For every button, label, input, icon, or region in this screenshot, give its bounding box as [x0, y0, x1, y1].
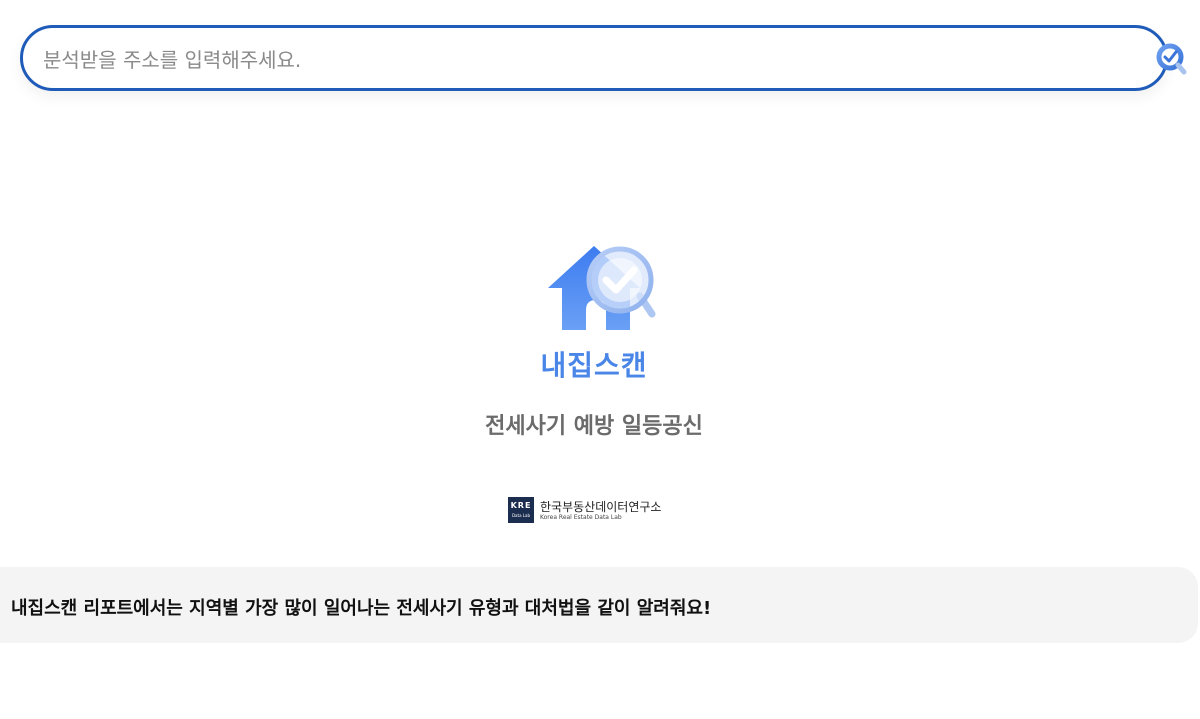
search-bar — [20, 25, 1168, 91]
search-icon[interactable] — [1136, 40, 1188, 80]
brand-name: 내집스캔 — [540, 349, 648, 382]
kre-logo-text: KRE — [510, 501, 532, 510]
organization-name: 한국부동산데이터연구소 — [540, 500, 662, 514]
info-banner-text: 내집스캔 리포트에서는 지역별 가장 많이 일어나는 전세사기 유형과 대처법을… — [11, 598, 712, 619]
kre-logo: KRE Data Lab — [508, 497, 534, 523]
info-banner: 내집스캔 리포트에서는 지역별 가장 많이 일어나는 전세사기 유형과 대처법을… — [0, 567, 1198, 643]
house-check-magnifier-icon — [540, 240, 664, 336]
kre-logo-subtext: Data Lab — [511, 513, 531, 518]
organization-name-en: Korea Real Estate Data Lab — [540, 514, 622, 521]
address-search-input[interactable] — [41, 42, 1135, 78]
organization-logo: KRE Data Lab 한국부동산데이터연구소 Korea Real Esta… — [508, 497, 688, 523]
tagline: 전세사기 예방 일등공신 — [485, 414, 703, 439]
search-box[interactable] — [20, 25, 1168, 91]
page: 내집스캔 전세사기 예방 일등공신 KRE Data Lab 한국부동산데이터연… — [0, 0, 1200, 719]
